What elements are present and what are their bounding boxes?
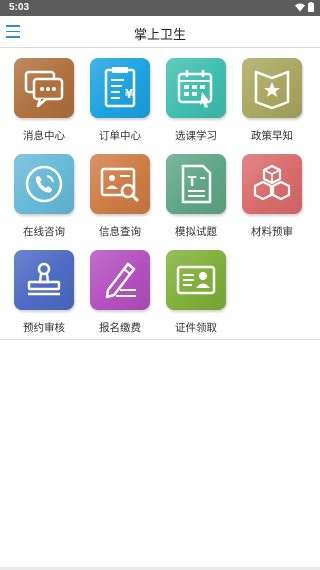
wifi-icon (295, 3, 305, 11)
tile-order-center[interactable]: ¥ 订单中心 (82, 58, 158, 148)
tile-icon-bg (14, 250, 74, 310)
title-bar: 掌上卫生 (0, 16, 320, 48)
status-time: 5:03 (9, 2, 30, 13)
content-divider (0, 339, 320, 340)
tile-material-review[interactable]: 材料预审 (234, 154, 310, 244)
tile-label: 政策早知 (251, 130, 293, 142)
svg-text:¥: ¥ (125, 87, 134, 101)
boxes-icon (253, 164, 291, 201)
tile-label: 信息查询 (99, 226, 141, 238)
tile-icon-bg (166, 250, 226, 310)
tile-message-center[interactable]: 消息中心 (6, 58, 82, 148)
tile-label: 订单中心 (99, 130, 141, 142)
svg-text:T: T (188, 175, 197, 190)
tile-icon-bg (14, 154, 74, 214)
chat-bubbles-icon (24, 70, 64, 108)
tile-policy-news[interactable]: 政策早知 (234, 58, 310, 148)
tile-icon-bg (90, 154, 150, 214)
status-bar: 5:03 (0, 0, 320, 16)
tile-icon-bg (242, 58, 302, 118)
tile-icon-bg (242, 154, 302, 214)
tile-label: 模拟试题 (175, 226, 217, 238)
tile-label: 消息中心 (23, 130, 65, 142)
tile-mock-test[interactable]: T 模拟试题 (158, 154, 234, 244)
tile-icon-bg (166, 58, 226, 118)
id-card-icon (176, 265, 216, 295)
search-card-icon (100, 167, 140, 203)
tile-registration-payment[interactable]: 报名缴费 (82, 250, 158, 340)
tile-online-consult[interactable]: 在线咨询 (6, 154, 82, 244)
tile-label: 在线咨询 (23, 226, 65, 238)
battery-icon (308, 2, 314, 12)
star-book-icon (254, 70, 290, 110)
tile-label: 选课学习 (175, 130, 217, 142)
status-icons (295, 2, 314, 12)
tile-course-study[interactable]: 选课学习 (158, 58, 234, 148)
tile-label: 报名缴费 (99, 322, 141, 334)
tile-icon-bg (14, 58, 74, 118)
test-paper-icon: T (181, 164, 212, 204)
tile-appointment-review[interactable]: 预约审核 (6, 250, 82, 340)
stamp-icon (27, 262, 61, 296)
calendar-icon (177, 70, 213, 108)
tile-certificate-pickup[interactable]: 证件领取 (158, 250, 234, 340)
phone-icon (25, 165, 63, 203)
tile-icon-bg: T (166, 154, 226, 214)
tile-info-query[interactable]: 信息查询 (82, 154, 158, 244)
tile-label: 预约审核 (23, 322, 65, 334)
receipt-icon: ¥ (104, 67, 136, 108)
tile-label: 证件领取 (175, 322, 217, 334)
pen-icon (105, 262, 136, 299)
tile-label: 材料预审 (251, 226, 293, 238)
tile-icon-bg (90, 250, 150, 310)
tile-icon-bg: ¥ (90, 58, 150, 118)
page-title: 掌上卫生 (133, 28, 186, 43)
